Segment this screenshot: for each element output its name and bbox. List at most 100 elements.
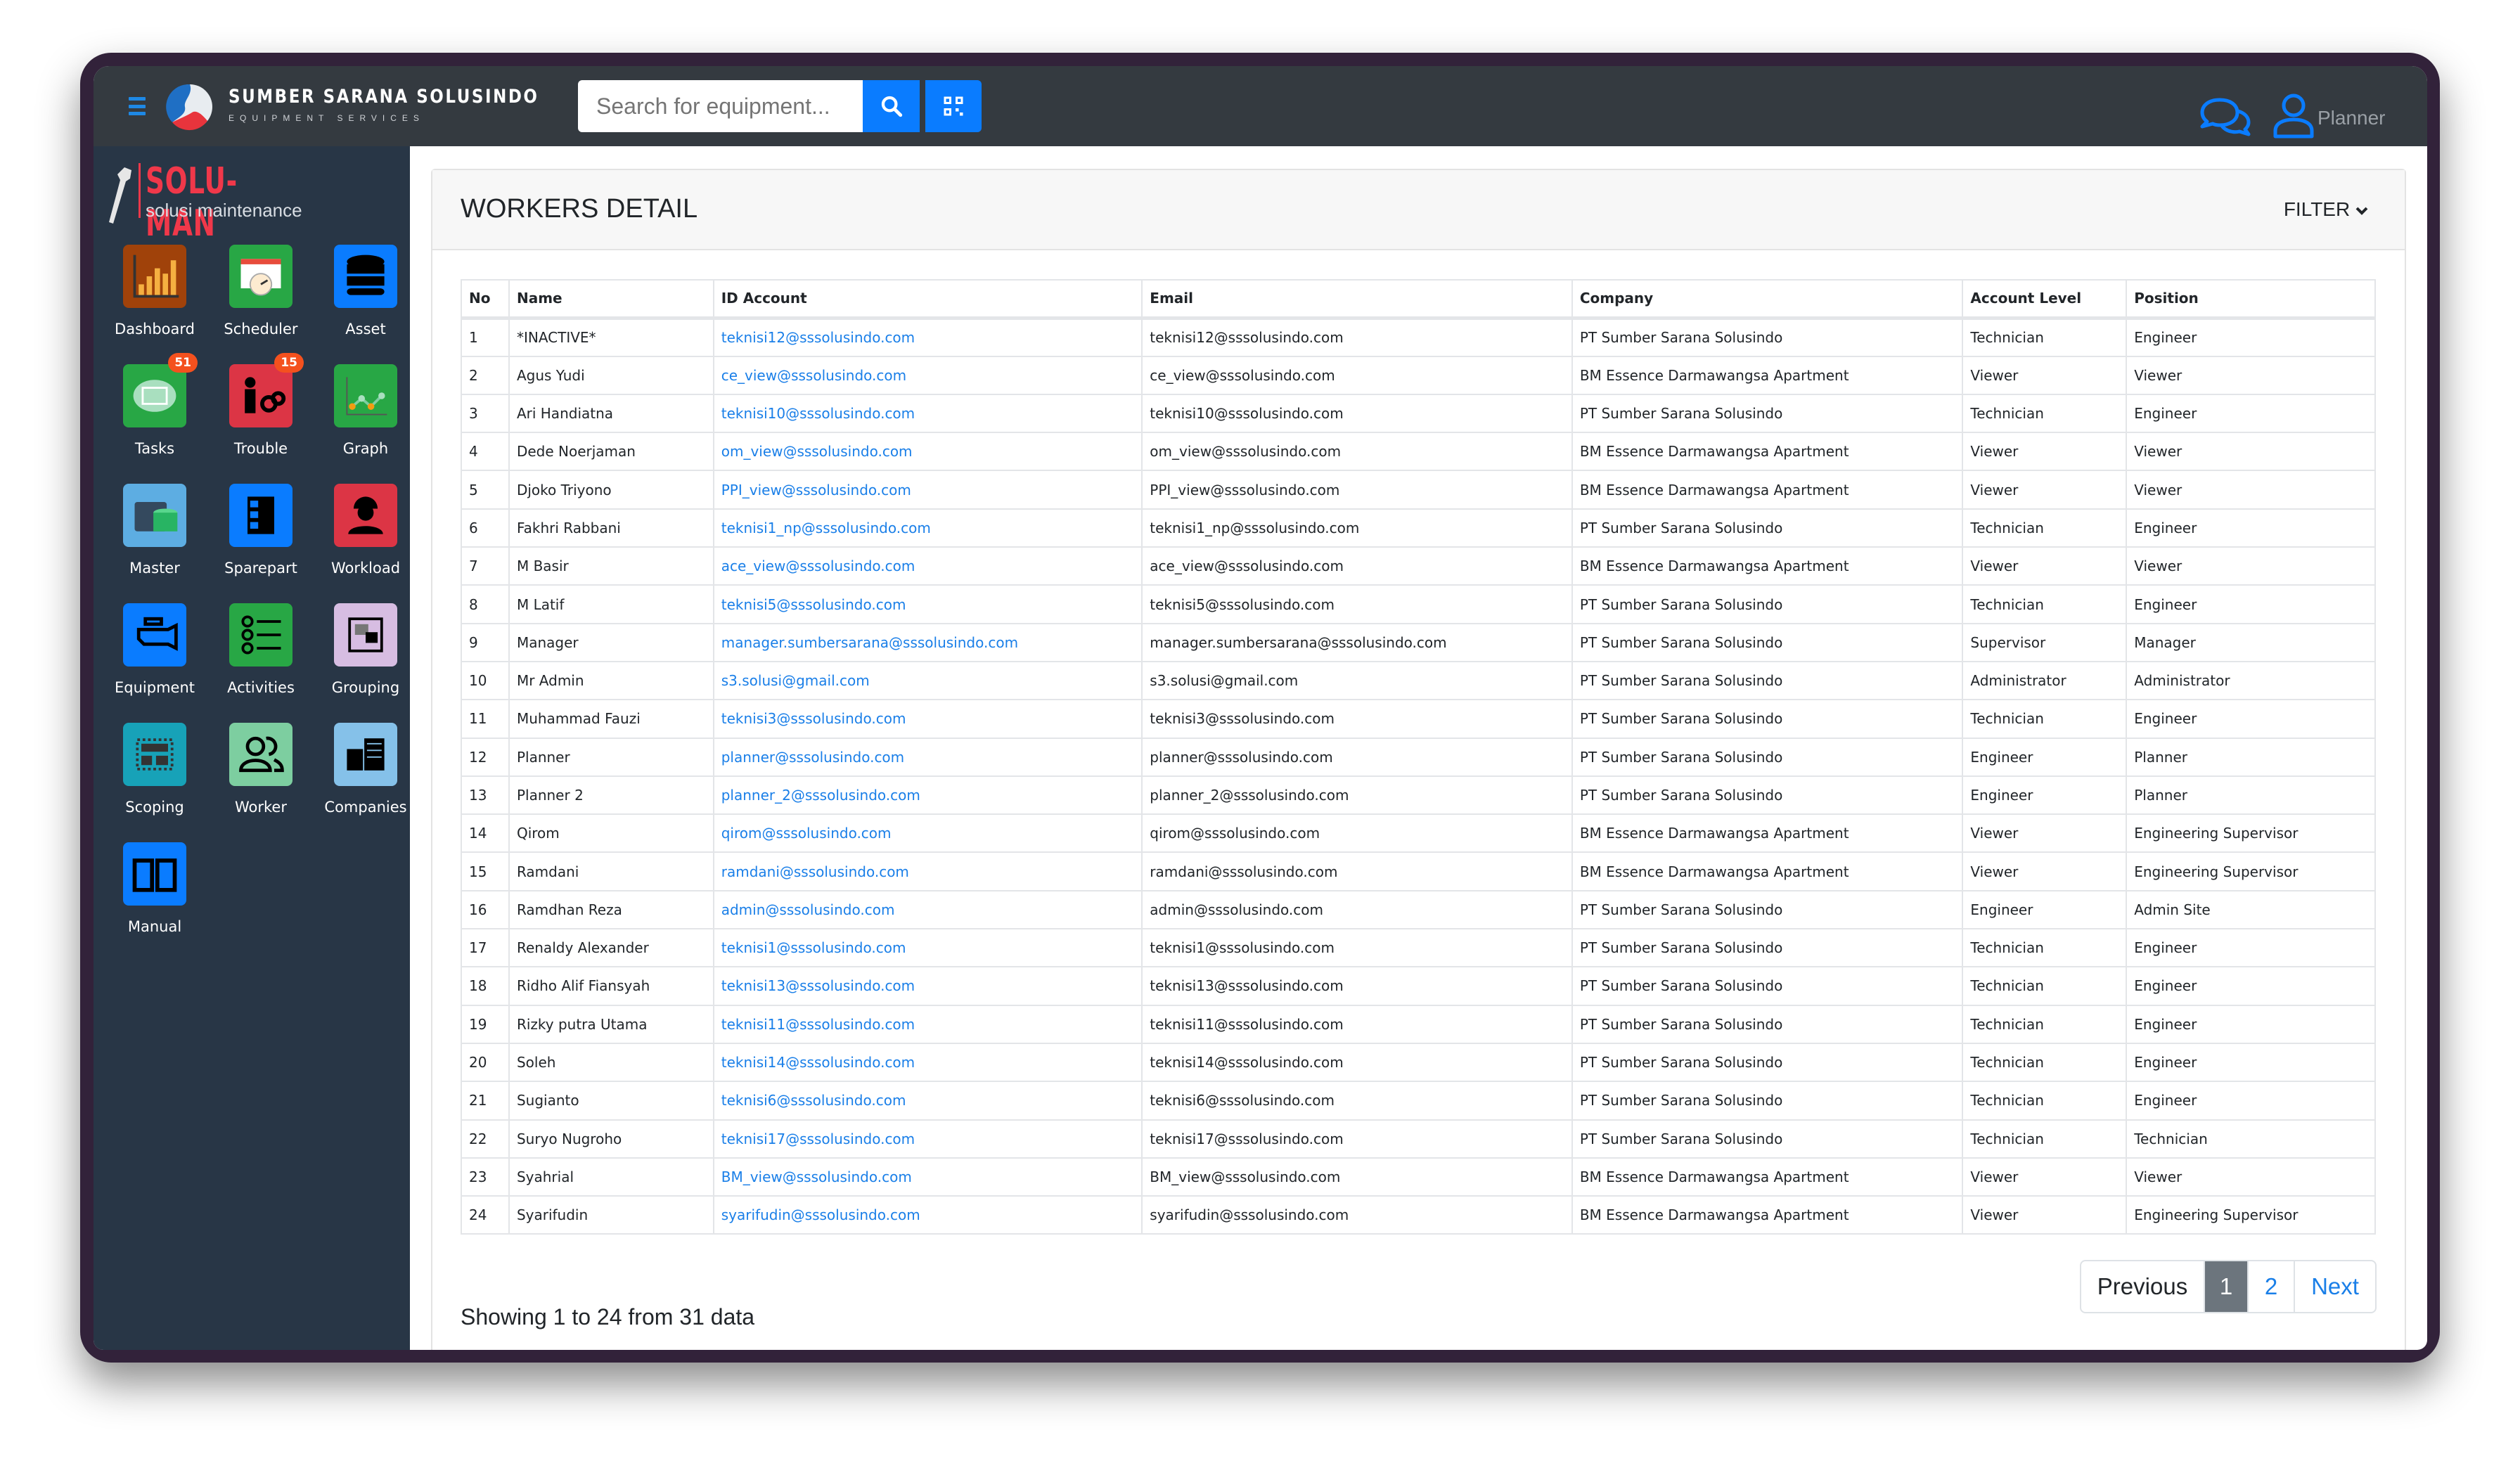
- id-account-link[interactable]: planner@sssolusindo.com: [721, 749, 904, 766]
- cell-position: Engineer: [2126, 1004, 2376, 1044]
- sidebar-item-asset[interactable]: Asset: [313, 245, 418, 337]
- sidebar-item-scoping[interactable]: Scoping: [102, 723, 207, 816]
- column-header[interactable]: No: [461, 278, 510, 320]
- table-row: 1 *INACTIVE* teknisi12@sssolusindo.com tekn…: [461, 317, 2376, 357]
- sidebar-item-scheduler[interactable]: Scheduler: [208, 245, 314, 337]
- id-account-link[interactable]: teknisi10@sssolusindo.com: [721, 405, 915, 422]
- page-title: WORKERS DETAIL: [461, 194, 698, 224]
- filter-dropdown[interactable]: FILTER: [2284, 198, 2368, 221]
- table-row: 21 Sugianto teknisi6@sssolusindo.com teknis…: [461, 1081, 2376, 1121]
- app-logo: SOLU-MAN solusi maintenance: [101, 160, 333, 245]
- table-row: 17 Renaldy Alexander teknisi1@sssolusindo.…: [461, 928, 2376, 968]
- cell-email: syarifudin@sssolusindo.com: [1141, 1195, 1573, 1235]
- cell-position: Engineering Supervisor: [2126, 851, 2376, 891]
- table-row: 6 Fakhri Rabbani teknisi1_np@sssolusindo.c…: [461, 508, 2376, 548]
- sidebar-item-dashboard[interactable]: Dashboard: [102, 245, 207, 337]
- id-account-link[interactable]: teknisi11@sssolusindo.com: [721, 1016, 915, 1033]
- cell-company: BM Essence Darmawangsa Apartment: [1571, 546, 1964, 586]
- id-account-link[interactable]: om_view@sssolusindo.com: [721, 443, 913, 460]
- sidebar-tile-manual: [123, 842, 186, 906]
- cell-account-level: Engineer: [1962, 889, 2128, 930]
- page-1-button[interactable]: 1: [2204, 1261, 2247, 1312]
- sidebar-item-worker[interactable]: Worker: [208, 723, 314, 816]
- id-account-link[interactable]: planner_2@sssolusindo.com: [721, 787, 920, 804]
- chat-icon[interactable]: [2199, 96, 2252, 138]
- sidebar-tile-sparepart: [229, 484, 292, 547]
- sidebar-item-equipment[interactable]: Equipment: [102, 603, 207, 696]
- qr-scan-button[interactable]: [925, 80, 982, 132]
- sidebar-item-label: Activities: [227, 679, 295, 696]
- cell-position: Admin Site: [2126, 889, 2376, 930]
- cell-worker-name: M Basir: [508, 546, 714, 586]
- id-account-link[interactable]: qirom@sssolusindo.com: [721, 825, 892, 842]
- cell-company: PT Sumber Sarana Solusindo: [1571, 660, 1964, 701]
- search-button[interactable]: [863, 80, 920, 132]
- id-account-link[interactable]: ramdani@sssolusindo.com: [721, 863, 909, 880]
- sidebar-item-sparepart[interactable]: Sparepart: [208, 484, 314, 577]
- id-account-link[interactable]: teknisi6@sssolusindo.com: [721, 1092, 906, 1109]
- cell-id-account-link: teknisi14@sssolusindo.com: [712, 1042, 1143, 1083]
- id-account-link[interactable]: teknisi3@sssolusindo.com: [721, 710, 906, 727]
- cell-company: PT Sumber Sarana Solusindo: [1571, 775, 1964, 816]
- cell-company: BM Essence Darmawangsa Apartment: [1571, 432, 1964, 472]
- sidebar-item-label: Scoping: [125, 799, 184, 816]
- id-account-link[interactable]: teknisi13@sssolusindo.com: [721, 977, 915, 994]
- hamburger-menu-icon[interactable]: [129, 97, 146, 115]
- sidebar-item-label: Companies: [324, 799, 407, 816]
- cell-id-account-link: qirom@sssolusindo.com: [712, 813, 1143, 854]
- id-account-link[interactable]: teknisi14@sssolusindo.com: [721, 1054, 915, 1071]
- id-account-link[interactable]: admin@sssolusindo.com: [721, 901, 895, 918]
- id-account-link[interactable]: teknisi12@sssolusindo.com: [721, 329, 915, 346]
- cell-worker-name: Muhammad Fauzi: [508, 699, 714, 739]
- id-account-link[interactable]: teknisi1@sssolusindo.com: [721, 939, 906, 956]
- table-row: 3 Ari Handiatna teknisi10@sssolusindo.com t…: [461, 393, 2376, 434]
- column-header[interactable]: ID Account: [712, 278, 1143, 320]
- shelf-icon: [248, 496, 274, 534]
- sidebar-item-companies[interactable]: Companies: [313, 723, 418, 816]
- id-account-link[interactable]: ace_view@sssolusindo.com: [721, 558, 915, 574]
- line-graph-icon: [346, 377, 387, 416]
- cell-email: teknisi1@sssolusindo.com: [1141, 928, 1573, 968]
- cell-account-level: Supervisor: [1962, 622, 2128, 662]
- column-header[interactable]: Account Level: [1962, 278, 2128, 320]
- sidebar-item-graph[interactable]: Graph: [313, 364, 418, 457]
- id-account-link[interactable]: s3.solusi@gmail.com: [721, 672, 870, 689]
- user-avatar-icon[interactable]: [2272, 93, 2315, 139]
- id-account-link[interactable]: syarifudin@sssolusindo.com: [721, 1206, 920, 1223]
- id-account-link[interactable]: teknisi17@sssolusindo.com: [721, 1131, 915, 1147]
- sidebar-item-trouble[interactable]: 15 Trouble: [208, 353, 314, 457]
- cell-id-account-link: teknisi13@sssolusindo.com: [712, 966, 1143, 1006]
- previous-page-button[interactable]: Previous: [2081, 1261, 2204, 1312]
- next-page-button[interactable]: Next: [2294, 1261, 2375, 1312]
- sidebar-item-label: Worker: [235, 799, 287, 816]
- sidebar-item-manual[interactable]: Manual: [102, 842, 207, 935]
- id-account-link[interactable]: teknisi1_np@sssolusindo.com: [721, 520, 931, 536]
- id-account-link[interactable]: PPI_view@sssolusindo.com: [721, 482, 911, 498]
- logo-divider: [139, 163, 141, 218]
- sidebar-item-workload[interactable]: Workload: [313, 484, 418, 577]
- id-account-link[interactable]: teknisi5@sssolusindo.com: [721, 596, 906, 613]
- column-header[interactable]: Position: [2126, 278, 2376, 320]
- table-row: 23 Syahrial BM_view@sssolusindo.com BM_view…: [461, 1157, 2376, 1197]
- page-2-button[interactable]: 2: [2247, 1261, 2294, 1312]
- column-header[interactable]: Name: [508, 278, 714, 320]
- user-name[interactable]: Planner: [2318, 107, 2386, 129]
- sidebar-item-master[interactable]: Master: [102, 484, 207, 577]
- cell-row-number: 3: [461, 393, 510, 434]
- sidebar-item-activities[interactable]: Activities: [208, 603, 314, 696]
- cell-email: planner_2@sssolusindo.com: [1141, 775, 1573, 816]
- id-account-link[interactable]: ce_view@sssolusindo.com: [721, 367, 906, 384]
- cell-company: PT Sumber Sarana Solusindo: [1571, 1042, 1964, 1083]
- sidebar-tile-master: [123, 484, 186, 547]
- sidebar-item-grouping[interactable]: Grouping: [313, 603, 418, 696]
- sidebar-item-tasks[interactable]: 51 Tasks: [102, 353, 207, 457]
- table-header-row: No Name ID Account Email Company Account Leve…: [461, 278, 2376, 320]
- column-header[interactable]: Email: [1141, 278, 1573, 320]
- column-header[interactable]: Company: [1571, 278, 1964, 320]
- equipment-search-input[interactable]: [578, 80, 863, 132]
- id-account-link[interactable]: manager.sumbersarana@sssolusindo.com: [721, 634, 1018, 651]
- cell-worker-name: Qirom: [508, 813, 714, 854]
- notification-badge: 15: [274, 353, 304, 373]
- id-account-link[interactable]: BM_view@sssolusindo.com: [721, 1168, 912, 1185]
- sidebar-tile-asset: [334, 245, 397, 308]
